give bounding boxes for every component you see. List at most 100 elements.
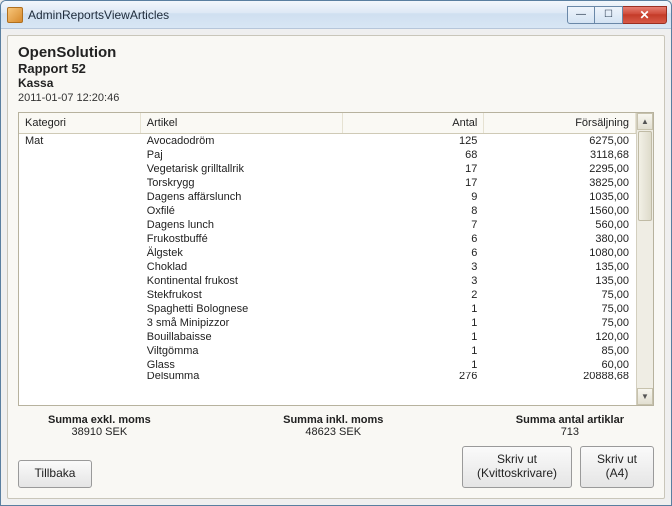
cell-article: Dagens lunch: [140, 218, 342, 232]
print-a4-line1: Skriv ut: [591, 453, 643, 467]
table-row[interactable]: Choklad3135,00: [19, 260, 636, 274]
table-row[interactable]: Delsumma27620888,68: [19, 372, 636, 380]
cell-count: 1: [342, 302, 483, 316]
table-row[interactable]: Vegetarisk grilltallrik172295,00: [19, 162, 636, 176]
summary-inc-vat-label: Summa inkl. moms: [283, 414, 383, 426]
table-row[interactable]: Älgstek61080,00: [19, 246, 636, 260]
vertical-scrollbar[interactable]: ▲ ▼: [636, 113, 653, 405]
cell-sales: 60,00: [484, 358, 636, 372]
cell-count: 125: [342, 134, 483, 149]
cell-category: [19, 288, 140, 302]
scroll-thumb[interactable]: [638, 131, 652, 221]
cell-count: 276: [342, 372, 483, 380]
window-controls: — ☐ ✕: [567, 6, 667, 24]
table-row[interactable]: Oxfilé81560,00: [19, 204, 636, 218]
cell-category: [19, 316, 140, 330]
titlebar[interactable]: AdminReportsViewArticles — ☐ ✕: [1, 1, 671, 29]
cell-article: Vegetarisk grilltallrik: [140, 162, 342, 176]
table-row[interactable]: Spaghetti Bolognese175,00: [19, 302, 636, 316]
app-window: AdminReportsViewArticles — ☐ ✕ OpenSolut…: [0, 0, 672, 506]
chevron-down-icon: ▼: [641, 392, 649, 401]
cell-category: [19, 344, 140, 358]
summary-count: Summa antal artiklar 713: [516, 414, 624, 438]
cell-sales: 135,00: [484, 274, 636, 288]
cell-article: Älgstek: [140, 246, 342, 260]
chevron-up-icon: ▲: [641, 117, 649, 126]
cell-count: 17: [342, 176, 483, 190]
minimize-button[interactable]: —: [567, 6, 595, 24]
table-row[interactable]: Bouillabaisse1120,00: [19, 330, 636, 344]
table-row[interactable]: Paj683118,68: [19, 148, 636, 162]
summary-ex-vat-value: 38910 SEK: [48, 426, 151, 438]
cell-sales: 1035,00: [484, 190, 636, 204]
cell-sales: 20888,68: [484, 372, 636, 380]
cell-sales: 2295,00: [484, 162, 636, 176]
cell-count: 3: [342, 260, 483, 274]
table-row[interactable]: 3 små Minipizzor175,00: [19, 316, 636, 330]
print-a4-line2: (A4): [591, 467, 643, 481]
cell-article: Viltgömma: [140, 344, 342, 358]
scroll-up-button[interactable]: ▲: [637, 113, 653, 130]
cell-count: 1: [342, 358, 483, 372]
table-row[interactable]: Glass160,00: [19, 358, 636, 372]
table-row[interactable]: Dagens affärslunch91035,00: [19, 190, 636, 204]
col-header-count[interactable]: Antal: [342, 113, 483, 134]
report-timestamp: 2011-01-07 12:20:46: [18, 92, 654, 104]
cell-article: Dagens affärslunch: [140, 190, 342, 204]
table-row[interactable]: Dagens lunch7560,00: [19, 218, 636, 232]
table-row[interactable]: Viltgömma185,00: [19, 344, 636, 358]
cell-count: 1: [342, 344, 483, 358]
cell-category: [19, 190, 140, 204]
cell-article: Frukostbuffé: [140, 232, 342, 246]
table-row[interactable]: Stekfrukost275,00: [19, 288, 636, 302]
cell-sales: 75,00: [484, 302, 636, 316]
cell-sales: 120,00: [484, 330, 636, 344]
cell-category: [19, 260, 140, 274]
report-name: Rapport 52: [18, 61, 654, 76]
cell-count: 68: [342, 148, 483, 162]
cell-sales: 3118,68: [484, 148, 636, 162]
footer-buttons: Tillbaka Skriv ut (Kvittoskrivare) Skriv…: [18, 444, 654, 488]
maximize-button[interactable]: ☐: [595, 6, 623, 24]
cell-category: [19, 232, 140, 246]
cell-sales: 75,00: [484, 288, 636, 302]
col-header-article[interactable]: Artikel: [140, 113, 342, 134]
summary-count-label: Summa antal artiklar: [516, 414, 624, 426]
summary-inc-vat: Summa inkl. moms 48623 SEK: [283, 414, 383, 438]
table-row[interactable]: Kontinental frukost3135,00: [19, 274, 636, 288]
report-table-container: Kategori Artikel Antal Försäljning MatAv…: [18, 112, 654, 406]
summary-row: Summa exkl. moms 38910 SEK Summa inkl. m…: [18, 406, 654, 444]
table-row[interactable]: Torskrygg173825,00: [19, 176, 636, 190]
cell-sales: 75,00: [484, 316, 636, 330]
table-row[interactable]: Frukostbuffé6380,00: [19, 232, 636, 246]
summary-inc-vat-value: 48623 SEK: [283, 426, 383, 438]
summary-ex-vat-label: Summa exkl. moms: [48, 414, 151, 426]
col-header-sales[interactable]: Försäljning: [484, 113, 636, 134]
col-header-category[interactable]: Kategori: [19, 113, 140, 134]
cell-article: Oxfilé: [140, 204, 342, 218]
cell-count: 9: [342, 190, 483, 204]
cell-category: [19, 162, 140, 176]
cell-article: Kontinental frukost: [140, 274, 342, 288]
report-table-scroll[interactable]: Kategori Artikel Antal Försäljning MatAv…: [19, 113, 636, 405]
cell-sales: 85,00: [484, 344, 636, 358]
scroll-down-button[interactable]: ▼: [637, 388, 653, 405]
cell-article: Glass: [140, 358, 342, 372]
register-name: Kassa: [18, 76, 654, 90]
content-panel: OpenSolution Rapport 52 Kassa 2011-01-07…: [7, 35, 665, 499]
back-button[interactable]: Tillbaka: [18, 460, 92, 488]
cell-article: Delsumma: [140, 372, 342, 380]
window-title: AdminReportsViewArticles: [28, 8, 567, 22]
cell-count: 1: [342, 316, 483, 330]
print-receipt-line2: (Kvittoskrivare): [473, 467, 561, 481]
close-button[interactable]: ✕: [623, 6, 667, 24]
cell-sales: 560,00: [484, 218, 636, 232]
cell-sales: 135,00: [484, 260, 636, 274]
cell-category: [19, 204, 140, 218]
cell-category: [19, 302, 140, 316]
table-row[interactable]: MatAvocadodröm1256275,00: [19, 134, 636, 149]
print-a4-button[interactable]: Skriv ut (A4): [580, 446, 654, 488]
cell-category: [19, 246, 140, 260]
cell-sales: 1560,00: [484, 204, 636, 218]
print-receipt-button[interactable]: Skriv ut (Kvittoskrivare): [462, 446, 572, 488]
